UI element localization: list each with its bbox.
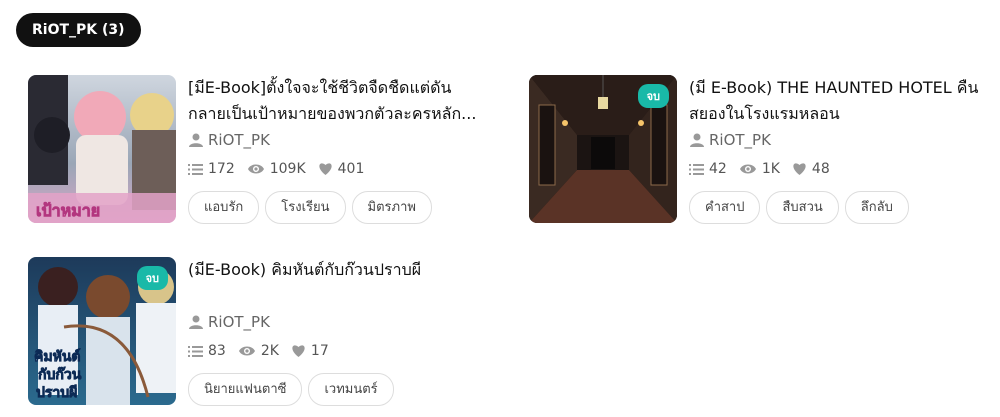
user-icon [189, 315, 203, 329]
novel-title[interactable]: (มี E-Book) THE HAUNTED HOTEL คืนสยองในโ… [689, 75, 989, 127]
heart-icon [319, 163, 332, 175]
tag-chip[interactable]: แอบรัก [188, 191, 260, 224]
novel-card[interactable]: เป้าหมาย [มีE-Book]ตั้งใจจะใช้ชีวิตจืดชื… [28, 75, 498, 225]
list-icon [689, 163, 704, 175]
view-count: 2K [238, 343, 279, 359]
tag-list: นิยายแฟนตาซี เวทมนตร์ [188, 373, 488, 406]
list-icon [188, 345, 203, 357]
novel-author[interactable]: RiOT_PK [689, 129, 989, 151]
novel-author[interactable]: RiOT_PK [188, 311, 488, 333]
novel-card[interactable]: จบ (มี E-Book) THE HAUNTED HOTEL คืนสยอง… [529, 75, 999, 225]
completed-badge: จบ [637, 84, 669, 108]
chapter-count-value: 42 [709, 161, 727, 177]
like-count: 17 [291, 343, 329, 359]
chapter-count-value: 83 [208, 343, 226, 359]
tag-chip[interactable]: ลึกลับ [844, 191, 909, 224]
like-count-value: 401 [337, 161, 365, 177]
novel-cover[interactable]: จบ [529, 75, 677, 223]
cover-title-text: ปราบผี [36, 385, 77, 401]
tag-chip[interactable]: โรงเรียน [265, 191, 346, 224]
like-count: 48 [792, 161, 830, 177]
like-count: 401 [318, 161, 365, 177]
tag-chip[interactable]: นิยายแฟนตาซี [188, 373, 303, 406]
eye-icon [238, 346, 255, 356]
like-count-value: 48 [811, 161, 830, 177]
novel-info: (มี E-Book) THE HAUNTED HOTEL คืนสยองในโ… [689, 75, 989, 224]
novel-cover[interactable]: เป้าหมาย [28, 75, 176, 223]
chapter-count: 42 [689, 161, 727, 177]
novel-info: [มีE-Book]ตั้งใจจะใช้ชีวิตจืดชืดแต่ดันกล… [188, 75, 488, 224]
tag-chip[interactable]: คำสาป [689, 191, 761, 224]
view-count-value: 2K [260, 343, 279, 359]
cover-illustration: เป้าหมาย [28, 75, 176, 223]
chapter-count: 83 [188, 343, 226, 359]
novel-title[interactable]: [มีE-Book]ตั้งใจจะใช้ชีวิตจืดชืดแต่ดันกล… [188, 75, 488, 127]
view-count: 1K [739, 161, 780, 177]
chapter-count-value: 172 [208, 161, 235, 177]
cover-title-text: เป้าหมาย [36, 201, 100, 220]
cover-title-text: คิมหันต์ [34, 348, 80, 365]
user-icon [189, 133, 203, 147]
author-name: RiOT_PK [208, 313, 270, 331]
view-count-value: 109K [269, 161, 306, 177]
eye-icon [247, 164, 264, 174]
tag-chip[interactable]: เวทมนตร์ [308, 373, 394, 406]
chapter-count: 172 [188, 161, 235, 177]
novel-stats: 42 1K 48 [689, 159, 989, 179]
view-count-value: 1K [761, 161, 780, 177]
tag-list: คำสาป สืบสวน ลึกลับ [689, 191, 989, 224]
author-name: RiOT_PK [709, 131, 771, 149]
novel-card[interactable]: คิมหันต์ กับก๊วน ปราบผี จบ (มีE-Book) คิ… [28, 257, 498, 407]
view-count: 109K [247, 161, 306, 177]
user-icon [690, 133, 704, 147]
novel-info: (มีE-Book) คิมหันต์กับก๊วนปราบผี RiOT_PK… [188, 257, 488, 406]
heart-icon [292, 345, 305, 357]
tag-chip[interactable]: มิตรภาพ [351, 191, 432, 224]
list-icon [188, 163, 203, 175]
novel-stats: 83 2K 17 [188, 341, 488, 361]
novel-stats: 172 109K 401 [188, 159, 488, 179]
author-name: RiOT_PK [208, 131, 270, 149]
heart-icon [793, 163, 806, 175]
novel-author[interactable]: RiOT_PK [188, 129, 488, 151]
like-count-value: 17 [310, 343, 329, 359]
eye-icon [739, 164, 756, 174]
tag-list: แอบรัก โรงเรียน มิตรภาพ [188, 191, 488, 224]
author-filter-pill[interactable]: RiOT_PK (3) [16, 13, 141, 47]
novel-title[interactable]: (มีE-Book) คิมหันต์กับก๊วนปราบผี [188, 257, 488, 309]
novel-cover[interactable]: คิมหันต์ กับก๊วน ปราบผี จบ [28, 257, 176, 405]
cover-title-text: กับก๊วน [38, 366, 82, 383]
completed-badge: จบ [136, 266, 168, 290]
author-novel-list: RiOT_PK (3) เป้าหมาย [มีE-Book]ตั้งใจจะใ… [0, 0, 1000, 417]
tag-chip[interactable]: สืบสวน [766, 191, 839, 224]
